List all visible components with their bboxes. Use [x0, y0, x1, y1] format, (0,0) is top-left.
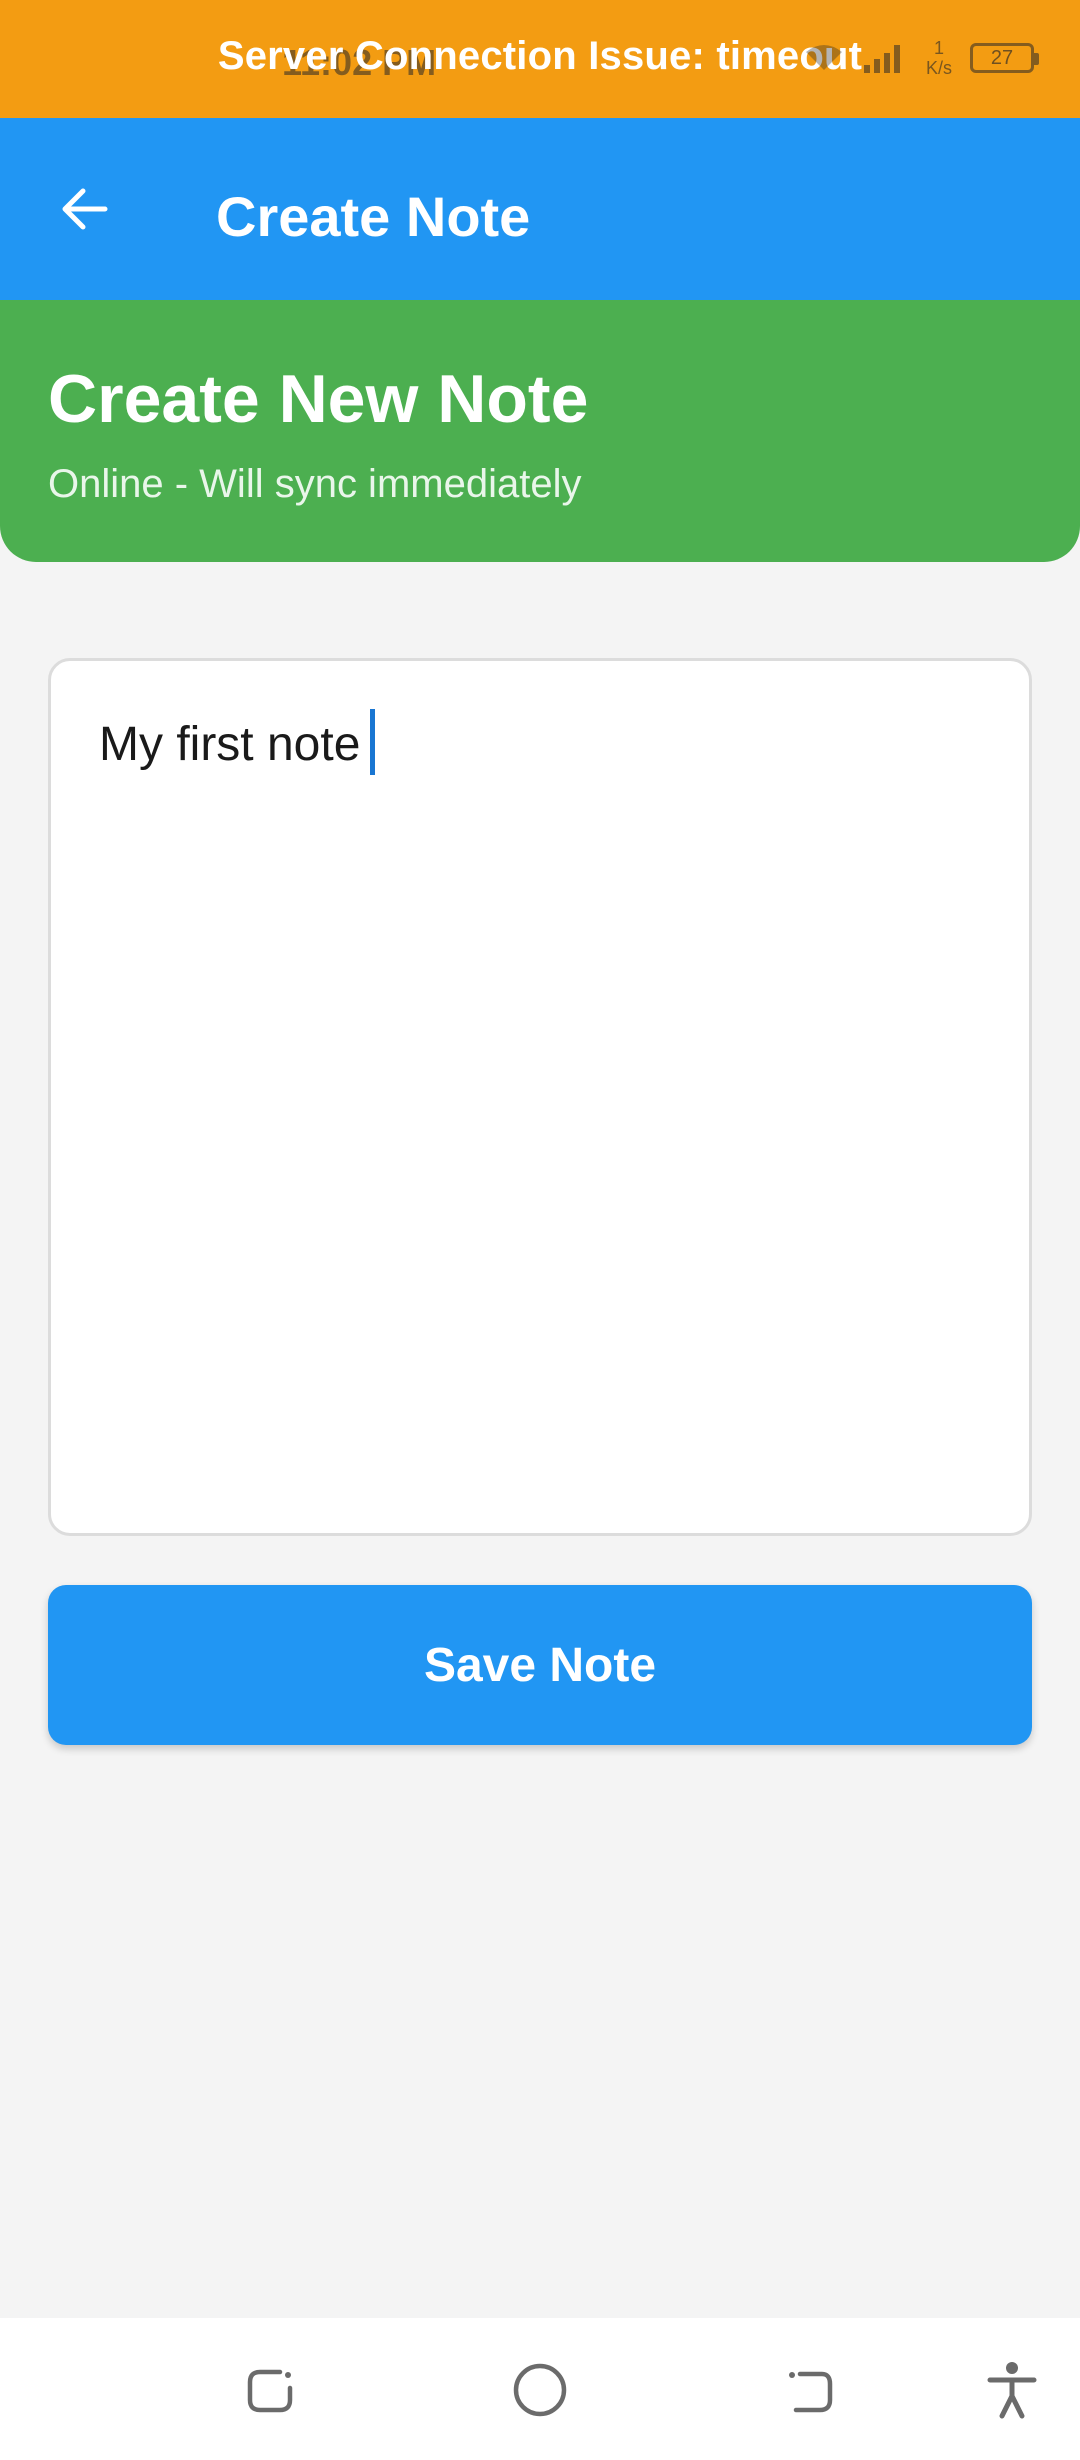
text-caret	[370, 709, 376, 776]
status-bar: 11:02 PM Server Connection Issue: timeou…	[0, 0, 1080, 118]
back-button[interactable]	[40, 164, 130, 254]
accessibility-button[interactable]	[972, 2350, 1052, 2430]
sync-status-card: Create New Note Online - Will sync immed…	[0, 300, 1080, 562]
sync-status-text: Online - Will sync immediately	[48, 462, 582, 506]
signal-icon	[863, 45, 900, 73]
note-text-value: My first note	[99, 709, 376, 776]
screen: 11:02 PM Server Connection Issue: timeou…	[0, 0, 1080, 2460]
note-input[interactable]: My first note	[48, 658, 1032, 1536]
status-icons: 1 K/s 27	[804, 28, 1039, 88]
battery-icon: 27	[970, 43, 1039, 73]
page-title: Create Note	[216, 185, 531, 248]
system-nav-bar	[0, 2318, 1080, 2460]
recents-button[interactable]	[230, 2350, 310, 2430]
home-icon	[513, 2363, 567, 2417]
nav-back-button[interactable]	[770, 2350, 850, 2430]
recents-icon	[247, 2369, 293, 2413]
wifi-icon	[805, 45, 842, 70]
note-content: My first note	[99, 718, 361, 771]
network-speed-value: 1	[933, 38, 944, 58]
section-title: Create New Note	[48, 361, 589, 437]
save-note-button[interactable]: Save Note	[48, 1585, 1032, 1745]
home-button[interactable]	[500, 2350, 580, 2430]
network-speed: 1 K/s	[926, 38, 952, 78]
accessibility-icon	[987, 2362, 1037, 2419]
network-speed-unit: K/s	[925, 58, 952, 78]
arrow-back-icon	[62, 188, 108, 230]
app-bar: Create Note	[0, 118, 1080, 300]
back-icon	[789, 2371, 833, 2413]
